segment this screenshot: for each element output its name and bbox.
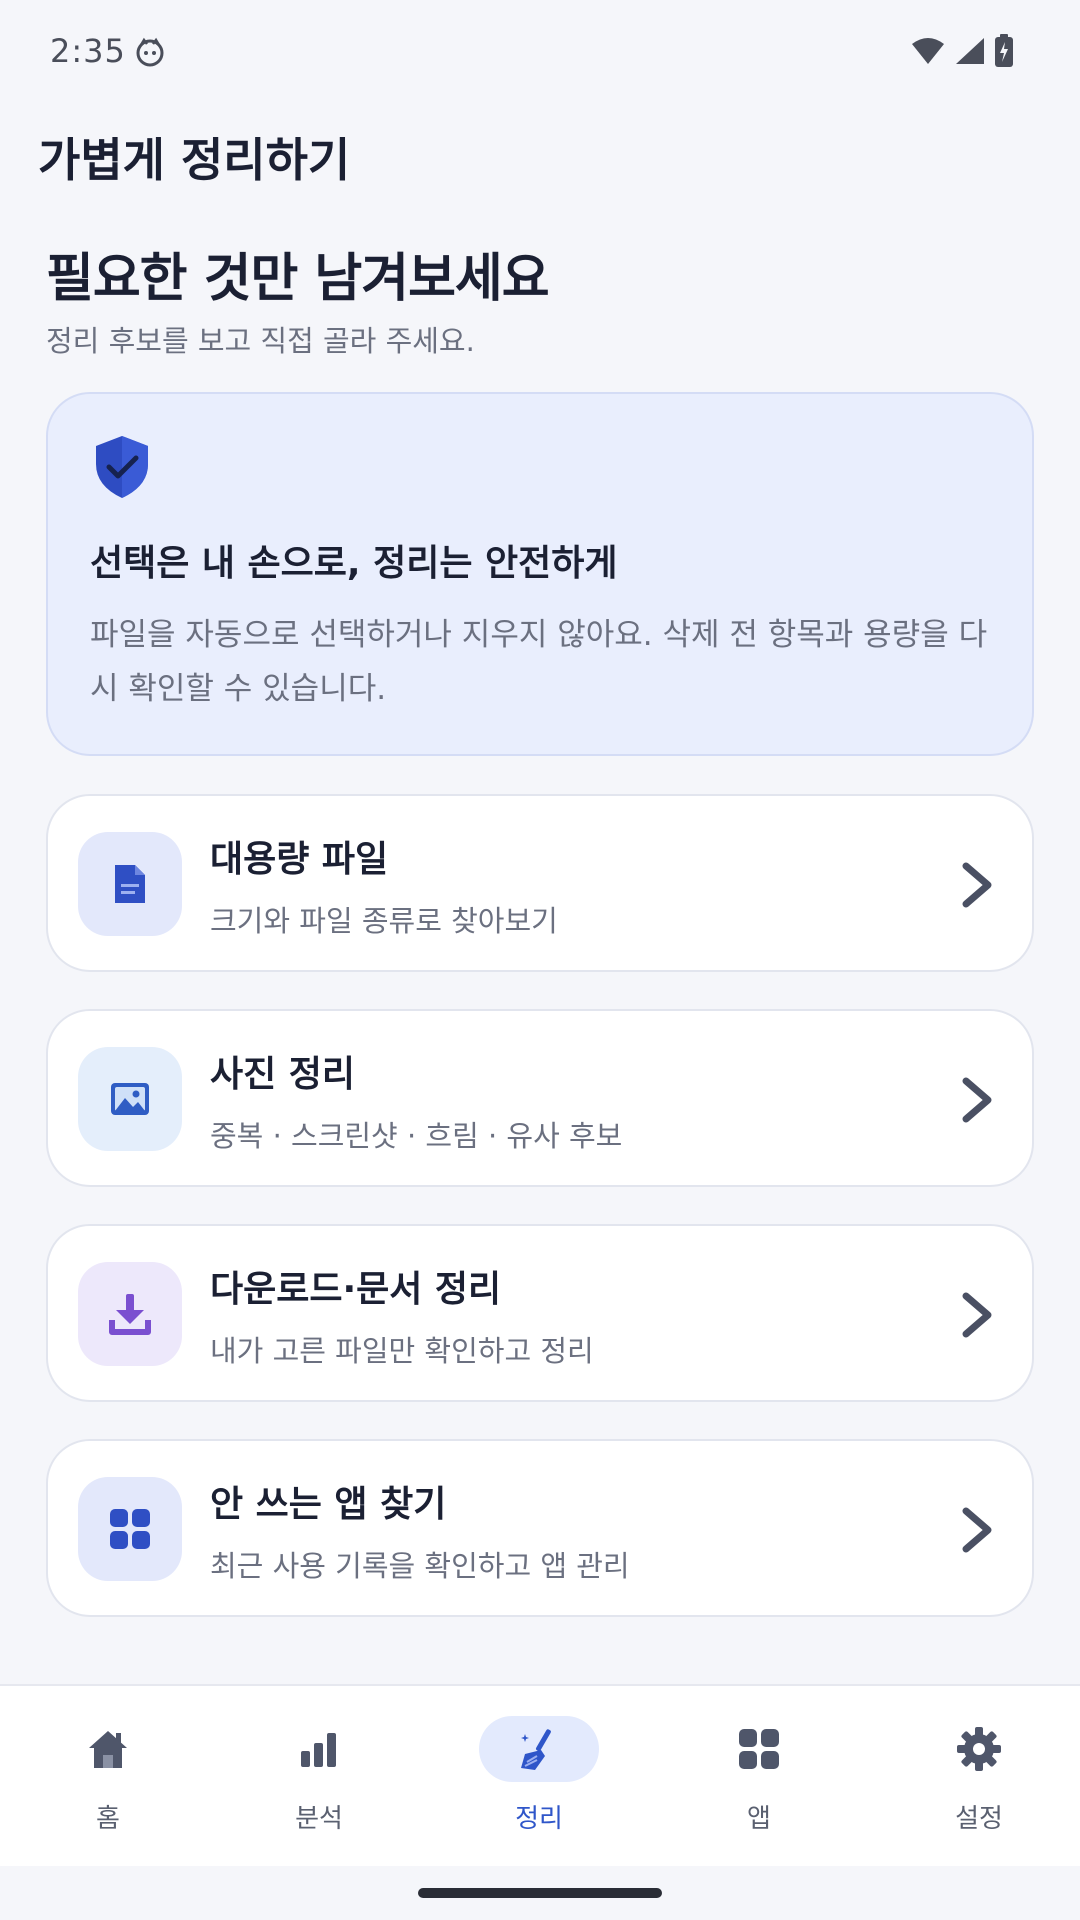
bottom-navigation: 홈 분석 정리 앱 설정 — [0, 1684, 1080, 1866]
download-icon — [109, 1294, 151, 1335]
apps-grid-icon — [110, 1509, 150, 1549]
nav-icon-container — [479, 1716, 599, 1782]
chevron-right-icon — [962, 1077, 992, 1123]
card-subtitle: 중복 · 스크린샷 · 흐림 · 유사 후보 — [210, 1119, 623, 1153]
nav-item-apps[interactable]: 앱 — [651, 1686, 867, 1868]
nav-icon-container — [259, 1716, 379, 1782]
chevron-right-icon — [962, 1507, 992, 1553]
nav-label: 설정 — [955, 1804, 1003, 1834]
status-icons — [910, 34, 1014, 68]
status-time: 2:35 — [50, 32, 126, 70]
info-card-body: 파일을 자동으로 선택하거나 지우지 않아요. 삭제 전 항목과 용량을 다시 … — [90, 617, 988, 707]
notification-app-icon — [136, 37, 164, 67]
gear-icon — [957, 1727, 1001, 1771]
image-icon — [111, 1083, 149, 1115]
nav-icon-container — [699, 1716, 819, 1782]
card-title: 대용량 파일 — [210, 839, 389, 880]
nav-label: 홈 — [96, 1804, 120, 1834]
nav-item-analysis[interactable]: 분석 — [211, 1686, 427, 1868]
wifi-icon — [912, 38, 944, 64]
hero-headline: 필요한 것만 남겨보세요 — [46, 249, 550, 309]
apps-icon — [739, 1729, 779, 1769]
home-indicator[interactable] — [418, 1888, 662, 1898]
cell-signal-icon — [956, 38, 984, 64]
card-icon-container — [78, 832, 182, 936]
card-subtitle: 최근 사용 기록을 확인하고 앱 관리 — [210, 1549, 630, 1583]
card-icon-container — [78, 1477, 182, 1581]
nav-item-cleanup[interactable]: 정리 — [431, 1686, 647, 1868]
broom-icon — [521, 1729, 551, 1770]
large-files-card[interactable]: 대용량 파일 크기와 파일 종류로 찾아보기 — [46, 794, 1034, 972]
card-subtitle: 내가 고른 파일만 확인하고 정리 — [210, 1334, 594, 1368]
card-title: 다운로드·문서 정리 — [210, 1269, 502, 1310]
chevron-right-icon — [962, 1292, 992, 1338]
card-icon-container — [78, 1262, 182, 1366]
page-title: 가볍게 정리하기 — [38, 133, 351, 187]
nav-item-home[interactable]: 홈 — [0, 1686, 216, 1868]
unused-apps-card[interactable]: 안 쓰는 앱 찾기 최근 사용 기록을 확인하고 앱 관리 — [46, 1439, 1034, 1617]
nav-label: 분석 — [295, 1804, 343, 1834]
nav-label: 앱 — [747, 1804, 771, 1834]
card-title: 사진 정리 — [210, 1054, 356, 1095]
hero-subhead: 정리 후보를 보고 직접 골라 주세요. — [46, 324, 475, 358]
shield-check-icon — [96, 436, 148, 498]
document-icon — [115, 865, 145, 903]
chevron-right-icon — [962, 862, 992, 908]
photo-cleanup-card[interactable]: 사진 정리 중복 · 스크린샷 · 흐림 · 유사 후보 — [46, 1009, 1034, 1187]
nav-icon-container — [48, 1716, 168, 1782]
nav-label: 정리 — [515, 1804, 563, 1834]
card-icon-container — [78, 1047, 182, 1151]
nav-icon-container — [919, 1716, 1039, 1782]
battery-charging-icon — [995, 34, 1013, 67]
card-title: 안 쓰는 앱 찾기 — [210, 1484, 447, 1525]
safety-info-card: 선택은 내 손으로, 정리는 안전하게 파일을 자동으로 선택하거나 지우지 않… — [46, 392, 1034, 756]
downloads-docs-card[interactable]: 다운로드·문서 정리 내가 고른 파일만 확인하고 정리 — [46, 1224, 1034, 1402]
card-subtitle: 크기와 파일 종류로 찾아보기 — [210, 904, 558, 938]
bar-chart-icon — [301, 1733, 336, 1767]
nav-item-settings[interactable]: 설정 — [871, 1686, 1080, 1868]
info-card-title: 선택은 내 손으로, 정리는 안전하게 — [90, 543, 618, 584]
home-icon — [89, 1731, 127, 1768]
status-bar: 2:35 — [0, 0, 1080, 104]
